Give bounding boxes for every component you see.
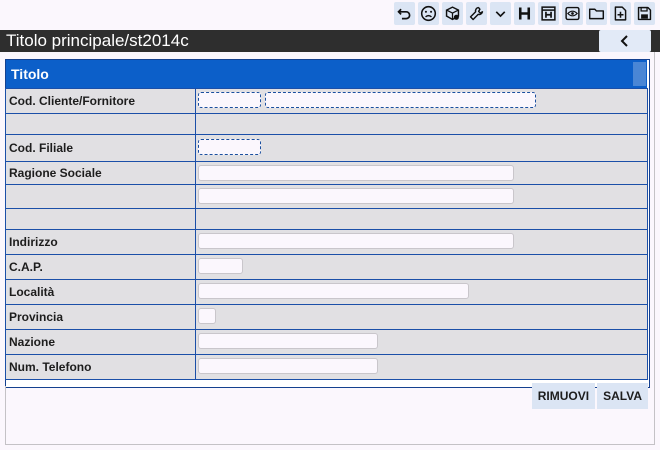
form-row <box>5 184 648 209</box>
remove-button[interactable]: RIMUOVI <box>531 383 596 409</box>
wrench-icon <box>469 6 484 21</box>
form-row: Ragione Sociale <box>5 161 648 185</box>
form-row: Cod. Filiale <box>5 134 648 162</box>
ragione-sociale-input[interactable] <box>198 165 514 181</box>
divider <box>5 386 6 444</box>
cod-filiale-input[interactable] <box>198 139 261 155</box>
field-label: Cod. Cliente/Fornitore <box>5 88 196 114</box>
chevron-left-icon <box>620 35 628 47</box>
field-label: Provincia <box>5 304 196 330</box>
header-button[interactable] <box>514 2 535 25</box>
form-row: Indirizzo <box>5 229 648 255</box>
section-header: Titolo <box>6 60 647 88</box>
more-dropdown-button[interactable] <box>490 2 511 25</box>
section-title: Titolo <box>11 66 49 82</box>
preview-button[interactable] <box>562 2 583 25</box>
page-title: Titolo principale/st2014c <box>6 31 189 50</box>
indirizzo-input[interactable] <box>198 233 514 249</box>
form-actions: RIMUOVI SALVA <box>531 383 648 409</box>
new-document-button[interactable] <box>610 2 631 25</box>
title-bar: Titolo principale/st2014c <box>0 30 660 52</box>
field-label <box>5 113 196 135</box>
form-row: Località <box>5 279 648 305</box>
tools-button[interactable] <box>466 2 487 25</box>
field-label: Cod. Filiale <box>5 134 196 162</box>
form-row <box>5 113 648 135</box>
top-toolbar <box>394 2 655 25</box>
h-bold-icon <box>518 7 531 20</box>
field-label: Num. Telefono <box>5 354 196 380</box>
divider <box>5 444 655 445</box>
package-settings-icon <box>445 6 460 21</box>
new-file-icon <box>614 6 627 21</box>
h-box-icon <box>541 6 556 21</box>
form-row: Nazione <box>5 329 648 355</box>
cod-cliente-input[interactable] <box>198 92 261 108</box>
field-label <box>5 208 196 230</box>
chevron-down-icon <box>495 11 506 18</box>
undo-icon <box>397 8 411 20</box>
header-box-button[interactable] <box>538 2 559 25</box>
field-label: C.A.P. <box>5 254 196 280</box>
form-row: Cod. Cliente/Fornitore <box>5 88 648 114</box>
save-button[interactable]: SALVA <box>597 383 648 409</box>
form-panel: Titolo Cod. Cliente/Fornitore Cod. Filia… <box>5 60 648 380</box>
form-table: Cod. Cliente/Fornitore Cod. Filiale Ragi… <box>5 88 648 380</box>
field-label: Ragione Sociale <box>5 161 196 185</box>
back-button[interactable] <box>599 30 651 52</box>
field-label: Nazione <box>5 329 196 355</box>
save-disk-icon <box>637 6 652 21</box>
undo-button[interactable] <box>394 2 415 25</box>
ragione-sociale-2-input[interactable] <box>198 188 514 204</box>
eye-icon <box>565 6 580 21</box>
sad-face-icon <box>420 5 437 22</box>
form-row <box>5 208 648 230</box>
feedback-button[interactable] <box>418 2 439 25</box>
package-settings-button[interactable] <box>442 2 463 25</box>
provincia-input[interactable] <box>198 308 216 324</box>
form-row: Num. Telefono <box>5 354 648 380</box>
field-label: Indirizzo <box>5 229 196 255</box>
open-folder-button[interactable] <box>586 2 607 25</box>
field-label <box>5 184 196 209</box>
telefono-input[interactable] <box>198 358 378 374</box>
nazione-input[interactable] <box>198 333 378 349</box>
cod-cliente-description-input[interactable] <box>265 92 536 108</box>
form-row: C.A.P. <box>5 254 648 280</box>
folder-icon <box>588 8 605 20</box>
cap-input[interactable] <box>198 258 243 274</box>
localita-input[interactable] <box>198 283 469 299</box>
field-label: Località <box>5 279 196 305</box>
save-disk-button[interactable] <box>634 2 655 25</box>
divider <box>654 52 655 444</box>
form-row: Provincia <box>5 304 648 330</box>
section-scrollbar[interactable] <box>633 62 646 86</box>
